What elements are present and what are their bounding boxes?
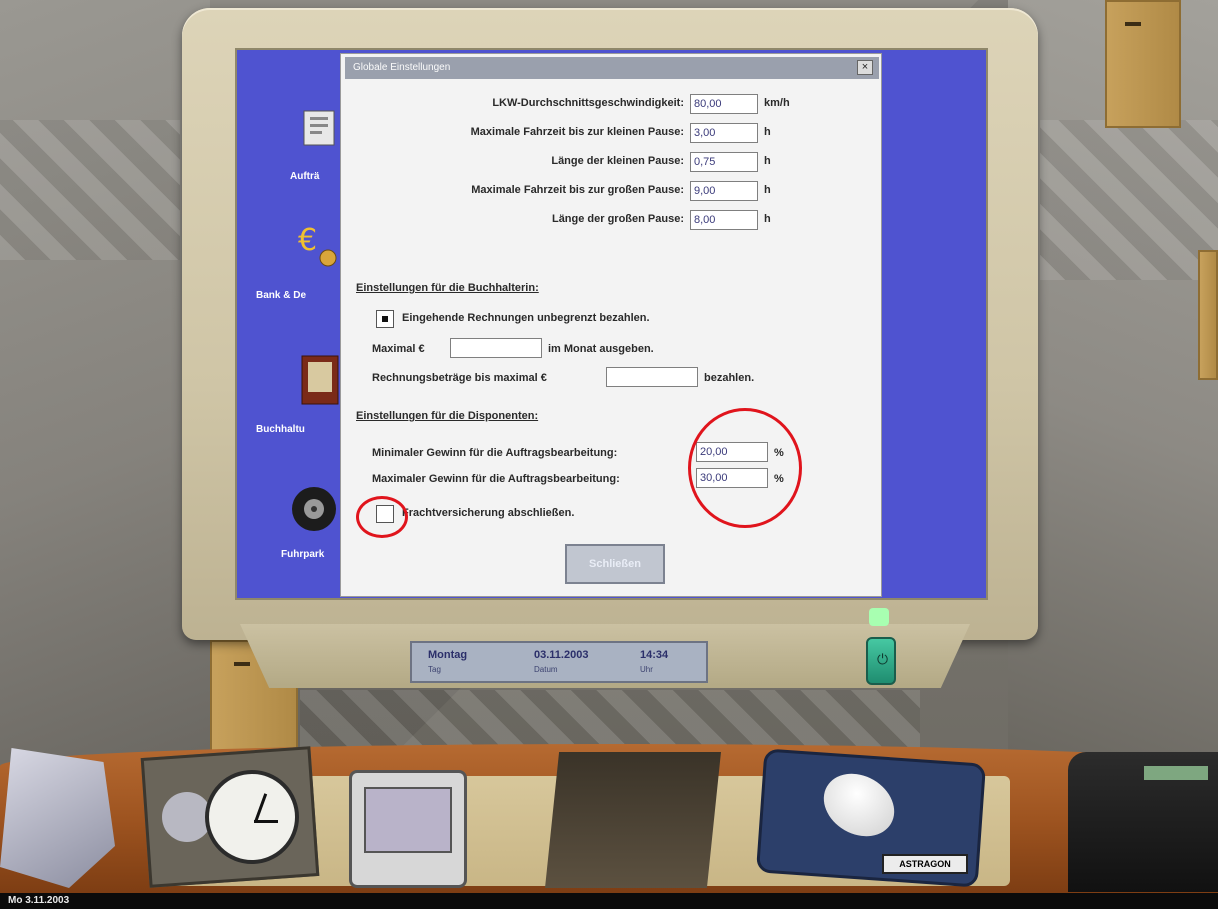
invoice-max-field[interactable] (606, 367, 698, 387)
document-icon (294, 105, 344, 153)
taskbar: Mo 3.11.2003 (0, 893, 1218, 909)
min-profit-label: Minimaler Gewinn für die Auftragsbearbei… (372, 447, 618, 459)
dispatch-heading: Einstellungen für die Disponenten: (356, 410, 539, 422)
clock-hour-hand (254, 793, 268, 823)
monitor-status-panel: Montag Tag 03.11.2003 Datum 14:34 Uhr (410, 641, 708, 683)
floor-tiles-left (0, 120, 180, 260)
max-drive-big-break-field[interactable]: 9,00 (690, 181, 758, 201)
euro-icon: € (294, 220, 344, 268)
power-indicator-light (869, 608, 889, 626)
pda-screen (364, 787, 452, 853)
close-button[interactable]: Schließen (565, 544, 665, 584)
dialog-title: Globale Einstellungen (353, 62, 451, 73)
svg-text:€: € (298, 223, 317, 258)
status-time: 14:34 (640, 649, 669, 661)
checkbox-dot (382, 316, 388, 322)
pay-unlimited-checkbox[interactable] (376, 310, 394, 328)
max-profit-label: Maximaler Gewinn für die Auftragsbearbei… (372, 473, 620, 485)
big-break-length-label: Länge der großen Pause: (551, 213, 684, 225)
insurance-label: Frachtversicherung abschließen. (402, 507, 575, 519)
pay-unlimited-label: Eingehende Rechnungen unbegrenzt bezahle… (402, 312, 650, 324)
document-tray[interactable] (545, 752, 721, 888)
status-date-sub: Datum (534, 665, 558, 674)
floor-tiles-right (1040, 120, 1218, 280)
small-break-length-label: Länge der kleinen Pause: (551, 155, 684, 167)
close-icon[interactable]: × (857, 60, 873, 75)
avg-speed-label: LKW-Durchschnittsgeschwindigkeit: (492, 97, 684, 109)
avg-speed-field[interactable]: 80,00 (690, 94, 758, 114)
max-per-month-field[interactable] (450, 338, 542, 358)
power-icon: ⏻ (877, 651, 889, 667)
status-day-sub: Tag (428, 665, 441, 674)
status-time-sub: Uhr (640, 665, 653, 674)
max-drive-small-break-unit: h (764, 126, 771, 138)
dialog-titlebar: Globale Einstellungen × (345, 57, 879, 79)
left-wall (0, 0, 210, 760)
mousepad-brand: ASTRAGON (882, 854, 968, 874)
big-break-length-field[interactable]: 8,00 (690, 210, 758, 230)
accounting-heading: Einstellungen für die Buchhalterin: (356, 282, 539, 294)
avg-speed-unit: km/h (764, 97, 790, 109)
max-drive-big-break-label: Maximale Fahrzeit bis zur großen Pause: (471, 184, 684, 196)
invoice-max-suffix: bezahlen. (704, 372, 755, 384)
max-drive-big-break-unit: h (764, 184, 771, 196)
telephone[interactable] (1068, 752, 1218, 892)
highlight-ring-insurance (356, 496, 408, 538)
big-break-length-unit: h (764, 213, 771, 225)
phone-display (1144, 766, 1208, 780)
clock-icon[interactable] (205, 770, 299, 864)
invoice-max-prefix: Rechnungsbeträge bis maximal € (372, 372, 547, 384)
power-button[interactable]: ⏻ (866, 637, 896, 685)
max-per-month-prefix: Maximal € (372, 343, 425, 355)
floor-tiles-center (300, 690, 920, 750)
highlight-ring-profit (688, 408, 802, 528)
clock-minute-hand (254, 820, 278, 823)
books-icon (294, 352, 344, 405)
taskbar-date: Mo 3.11.2003 (8, 895, 70, 906)
small-break-length-unit: h (764, 155, 771, 167)
tire-icon (289, 485, 339, 533)
max-per-month-suffix: im Monat ausgeben. (548, 343, 654, 355)
max-drive-small-break-field[interactable]: 3,00 (690, 123, 758, 143)
door-top-right (1105, 0, 1181, 128)
max-drive-small-break-label: Maximale Fahrzeit bis zur kleinen Pause: (470, 126, 684, 138)
status-date: 03.11.2003 (534, 649, 589, 661)
status-day: Montag (428, 649, 468, 661)
small-break-length-field[interactable]: 0,75 (690, 152, 758, 172)
pda-device[interactable] (349, 770, 467, 888)
door-right-edge (1198, 250, 1218, 380)
